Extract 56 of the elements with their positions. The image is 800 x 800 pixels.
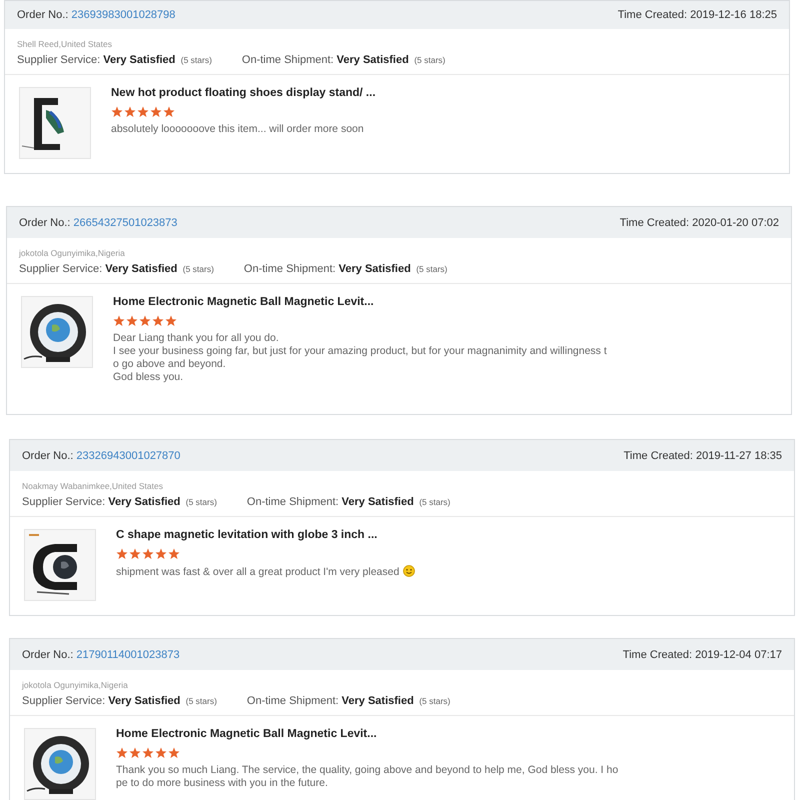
order-number-label: Order No.: 23693983001028798	[17, 9, 176, 21]
review-text: Dear Liang thank you for all you do.	[113, 332, 280, 345]
star-icon	[129, 548, 141, 560]
rating-text: On-time Shipment: Very Satisfied (5 stars)	[246, 496, 450, 508]
star-icon	[168, 747, 180, 759]
product-title[interactable]: Home Electronic Magnetic Ball Magnetic Levit...	[113, 296, 607, 308]
review-text: shipment was fast & over all a great product I'm very pleased	[116, 565, 416, 579]
review-text: God bless you.	[113, 371, 184, 384]
star-icon	[116, 548, 128, 560]
star-icon	[163, 106, 175, 118]
rating-text: Supplier Service: Very Satisfied (5 stars)	[17, 54, 212, 66]
product-title[interactable]: New hot product floating shoes display stand/ ...	[111, 87, 376, 99]
star-icon	[124, 106, 136, 118]
star-icon	[152, 315, 164, 327]
star-icon	[129, 747, 141, 759]
star-icon	[137, 106, 149, 118]
buyer-name: jokotola Ogunyimika,Nigeria	[22, 680, 129, 690]
buyer-name: Noakmay Wabanimkee,United States	[22, 481, 164, 491]
review-text: I see your business going far, but just for your amazing product, but for your magnanimity and willingness t	[113, 345, 607, 358]
order-number-link[interactable]: 26654327501023873	[73, 216, 178, 228]
star-icon	[142, 747, 154, 759]
star-icon	[150, 106, 162, 118]
time-created: Time Created: 2019-12-16 18:25	[618, 9, 777, 21]
buyer-name: jokotola Ogunyimika,Nigeria	[19, 248, 126, 258]
star-icon	[111, 106, 123, 118]
order-number-label: Order No.: 21790114001023873	[22, 648, 180, 660]
rating-text: Supplier Service: Very Satisfied (5 stars)	[22, 695, 217, 707]
review-text: absolutely looooooove this item... will order more soon	[111, 123, 365, 136]
order-number-link[interactable]: 21790114001023873	[76, 648, 180, 660]
star-icon	[116, 747, 128, 759]
order-number-label: Order No.: 23326943001027870	[22, 450, 180, 462]
rating-text: On-time Shipment: Very Satisfied (5 stars)	[246, 695, 450, 707]
order-number-label: Order No.: 26654327501023873	[19, 216, 178, 228]
star-icon	[126, 315, 138, 327]
order-number-link[interactable]: 23693983001028798	[71, 9, 176, 21]
review-text: pe to do more business with you in the future.	[116, 777, 329, 790]
star-icon	[165, 315, 177, 327]
star-icon	[142, 548, 154, 560]
review-text: Thank you so much Liang. The service, the quality, going above and beyond to help me, God bless you. I ho	[116, 764, 618, 777]
star-icon	[155, 747, 167, 759]
order-number-link[interactable]: 23326943001027870	[76, 450, 180, 462]
rating-text: On-time Shipment: Very Satisfied (5 stars)	[244, 263, 448, 275]
star-icon	[155, 548, 167, 560]
star-icon	[139, 315, 151, 327]
time-created: Time Created: 2019-12-04 07:17	[622, 648, 782, 660]
product-title[interactable]: Home Electronic Magnetic Ball Magnetic Levit...	[116, 728, 618, 740]
time-created: Time Created: 2020-01-20 07:02	[620, 216, 779, 228]
star-icon	[168, 548, 180, 560]
rating-text: Supplier Service: Very Satisfied (5 stars)	[22, 496, 217, 508]
rating-text: Supplier Service: Very Satisfied (5 stars)	[19, 263, 214, 275]
buyer-name: Shell Reed,United States	[17, 39, 113, 49]
rating-text: On-time Shipment: Very Satisfied (5 stars)	[242, 54, 446, 66]
review-text: o go above and beyond.	[113, 358, 227, 371]
time-created: Time Created: 2019-11-27 18:35	[624, 450, 782, 462]
product-title[interactable]: C shape magnetic levitation with globe 3 inch ...	[116, 529, 416, 541]
star-icon	[113, 315, 125, 327]
